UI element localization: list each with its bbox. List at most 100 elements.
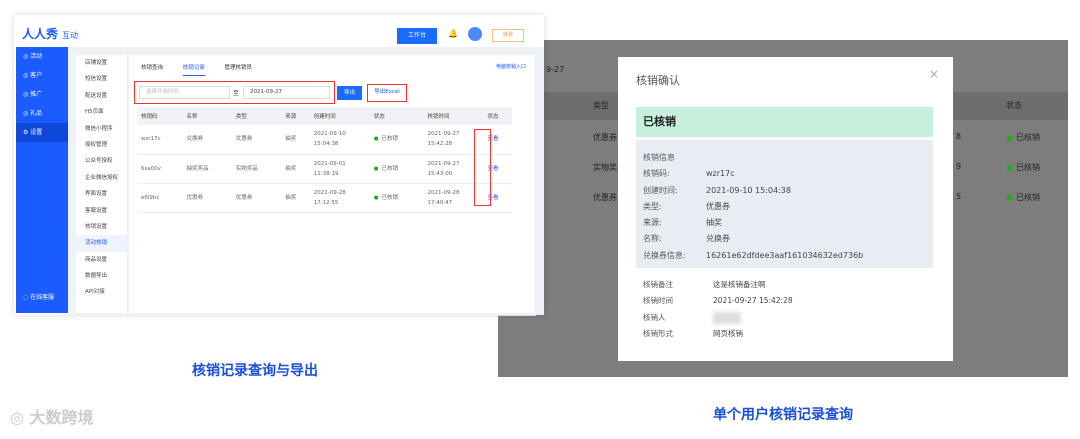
info-panel: 核销信息 核销码: wzr17c 创建时间: 2021-09-10 15:04:38…	[636, 140, 933, 268]
logo: 人人秀 互动	[22, 27, 79, 41]
col-header: 状态	[369, 107, 424, 125]
submenu-item[interactable]: 配送设置	[76, 88, 127, 104]
sidebar-item-promotion[interactable]: ◎ 推广	[16, 85, 68, 104]
submenu-item[interactable]: 数据导出	[76, 268, 127, 284]
cell: 抽奖奖品	[182, 154, 232, 184]
submenu-item[interactable]: 店铺设置	[76, 55, 127, 71]
sidebar-item-settings[interactable]: ⚙ 设置	[16, 123, 68, 142]
bg-cell: 5	[956, 192, 962, 201]
cell: 2021-09-10 15:04:38	[309, 125, 370, 155]
cell: e6l9hc	[137, 183, 183, 213]
bell-icon[interactable]: 🔔	[448, 29, 458, 38]
renew-button[interactable]: 续费	[492, 29, 524, 42]
col-header: 类型	[231, 107, 282, 125]
col-header: 核销时间	[423, 107, 484, 125]
submenu-item[interactable]: 商品设置	[76, 252, 127, 268]
cell: ● 已核销	[369, 154, 424, 184]
cell: ● 已核销	[369, 183, 424, 213]
cell: 抽奖	[281, 125, 310, 155]
left-screenshot: 人人秀 互动 工作台 🔔 续费 ◎ 活动 ◎ 客户 ◎ 推广 ◎ 礼品 ⚙ 设置 …	[14, 15, 544, 315]
submenu-item[interactable]: 微信小程序	[76, 121, 127, 137]
table-row: 6sa00v 抽奖奖品 实物奖品 抽奖 2021-09-01 11:38:19 ● 已核销 2…	[137, 154, 512, 184]
submenu-item[interactable]: API对接	[76, 284, 127, 300]
submenu: 店铺设置 短信设置 配送设置 H5页面 微信小程序 授权管理 公众号授权 企业微…	[76, 55, 128, 313]
extra-row: 核销备注 这是核销备注啊	[643, 280, 766, 289]
confirm-modal: 核销确认 × 已核销 核销信息 核销码: wzr17c 创建时间: 2021-09-…	[618, 57, 953, 361]
cell: 2021-09-01 11:38:19	[309, 154, 370, 184]
pc-link[interactable]: 电脑核销入口	[496, 63, 526, 70]
col-header: 名称	[182, 107, 232, 125]
sidebar-item-activity[interactable]: ◎ 活动	[16, 47, 68, 66]
main-panel: 核销查询 核销记录 管理核销员 电脑核销入口 选择开始时间 至 2021-09-…	[129, 55, 534, 313]
info-title: 核销信息	[643, 153, 675, 162]
submenu-item[interactable]: 核销设置	[76, 219, 127, 235]
tab-staff[interactable]: 管理核销员	[225, 63, 253, 75]
highlight-box	[474, 129, 491, 206]
cell: 优惠券	[182, 183, 232, 213]
bg-cell: 8	[956, 132, 962, 141]
info-row: 创建时间: 2021-09-10 15:04:38	[643, 185, 791, 195]
col-header: 核销码	[137, 107, 183, 125]
date-filter: 选择开始时间 至 2021-09-27	[134, 81, 335, 104]
cell: 抽奖	[281, 154, 310, 184]
sidebar: ◎ 活动 ◎ 客户 ◎ 推广 ◎ 礼品 ⚙ 设置 ◌ 在线客服	[16, 47, 68, 313]
tab-query[interactable]: 核销查询	[141, 63, 163, 75]
submenu-item-active[interactable]: 活动核销	[76, 235, 127, 252]
watermark: ◎ 大数跨境	[10, 408, 94, 427]
bg-header: 类型	[593, 101, 609, 110]
records-table: 核销码 名称 类型 来源 创建时间 状态 核销时间 状态 wzr17c 兑换券 优惠券 抽奖 2021…	[137, 107, 512, 213]
avatar[interactable]	[468, 27, 482, 41]
submenu-item[interactable]: 客服设置	[76, 203, 127, 219]
cell: 6sa00v	[137, 154, 183, 184]
table-header: 核销码 名称 类型 来源 创建时间 状态 核销时间 状态	[137, 107, 512, 125]
extra-row: 核销形式 网页核销	[643, 328, 743, 338]
cell: 优惠券	[231, 125, 282, 155]
redacted-name	[713, 311, 741, 324]
cell: 优惠券	[231, 183, 282, 213]
sidebar-item-gift[interactable]: ◎ 礼品	[16, 104, 68, 123]
bg-cell: 9	[956, 162, 962, 171]
cell: 2021-09-28 17:12:55	[309, 183, 370, 213]
end-date-input[interactable]: 2021-09-27	[243, 86, 330, 99]
bg-cell: 优惠券	[593, 193, 617, 202]
bg-cell: 优惠券	[593, 133, 617, 142]
tab-records[interactable]: 核销记录	[182, 63, 205, 76]
close-icon[interactable]: ×	[929, 67, 939, 81]
col-header: 创建时间	[309, 107, 370, 125]
extra-info: 核销备注 这是核销备注啊 核销时间 2021-09-27 15:42:28 核销人 …	[643, 277, 793, 342]
table-row: wzr17c 兑换券 优惠券 抽奖 2021-09-10 15:04:38 ● 已核销 202…	[137, 125, 512, 155]
sidebar-item-customer[interactable]: ◎ 客户	[16, 66, 68, 85]
workbench-button[interactable]: 工作台	[397, 28, 437, 44]
bg-status: ● 已核销	[1006, 163, 1040, 172]
export-button[interactable]: 导出	[337, 86, 362, 100]
cell: 抽奖	[281, 183, 310, 213]
submenu-item[interactable]: 企业微信授权	[76, 170, 127, 186]
col-header: 状态	[483, 107, 512, 125]
submenu-item[interactable]: 界面设置	[76, 186, 127, 202]
caption-right: 单个用户核销记录查询	[713, 407, 853, 423]
submenu-item[interactable]: 短信设置	[76, 71, 127, 87]
extra-row: 核销人	[643, 310, 793, 326]
info-row: 名称: 兑换券	[643, 234, 730, 244]
status-banner: 已核销	[636, 107, 933, 137]
bg-status: ● 已核销	[1006, 133, 1040, 142]
submenu-item[interactable]: H5页面	[76, 104, 127, 120]
info-row: 兑换券信息: 16261e62dfdee3aaf161034632ed736b	[643, 250, 864, 260]
export-excel-button[interactable]: 导出Excel	[367, 84, 407, 102]
info-row: 核销码: wzr17c	[643, 169, 735, 179]
info-row: 类型: 优惠券	[643, 201, 730, 211]
cell: ● 已核销	[369, 125, 424, 155]
right-screenshot: 9-27 类型 状态 优惠券 实物奖品 优惠券 8 9 5 ● 已核销 ● 已核销 …	[498, 40, 1068, 377]
submenu-item[interactable]: 公众号授权	[76, 153, 127, 169]
top-bar: 人人秀 互动 工作台 🔔 续费	[14, 15, 544, 47]
start-date-input[interactable]: 选择开始时间	[139, 86, 230, 99]
to-label: 至	[233, 90, 240, 97]
online-service[interactable]: ◌ 在线客服	[16, 288, 54, 307]
cell: 实物奖品	[231, 154, 282, 184]
tabs: 核销查询 核销记录 管理核销员	[141, 63, 270, 76]
col-header: 来源	[281, 107, 310, 125]
bg-status: ● 已核销	[1006, 193, 1040, 202]
info-row: 来源: 抽奖	[643, 218, 722, 228]
extra-row: 核销时间 2021-09-27 15:42:28	[643, 296, 793, 306]
submenu-item[interactable]: 授权管理	[76, 137, 127, 153]
